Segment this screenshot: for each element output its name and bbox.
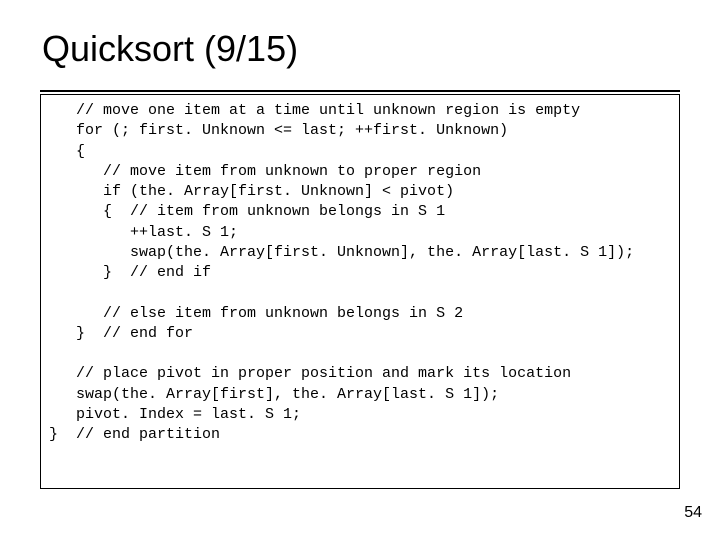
page-title: Quicksort (9/15) — [42, 28, 298, 70]
code-line: ++last. S 1; — [49, 224, 238, 241]
slide: Quicksort (9/15) // move one item at a t… — [0, 0, 720, 540]
code-line: if (the. Array[first. Unknown] < pivot) — [49, 183, 454, 200]
code-line: pivot. Index = last. S 1; — [49, 406, 301, 423]
code-line: { // item from unknown belongs in S 1 — [49, 203, 445, 220]
code-line: { — [49, 143, 85, 160]
code-block: // move one item at a time until unknown… — [40, 94, 680, 489]
code-line: } // end for — [49, 325, 193, 342]
code-line: // else item from unknown belongs in S 2 — [49, 305, 463, 322]
code-line: } // end if — [49, 264, 211, 281]
title-underline — [40, 90, 680, 92]
code-line: // place pivot in proper position and ma… — [49, 365, 571, 382]
page-number: 54 — [684, 504, 702, 522]
code-line: swap(the. Array[first], the. Array[last.… — [49, 386, 499, 403]
code-line: // move item from unknown to proper regi… — [49, 163, 481, 180]
code-line: for (; first. Unknown <= last; ++first. … — [49, 122, 508, 139]
code-line: } // end partition — [49, 426, 220, 443]
code-line: swap(the. Array[first. Unknown], the. Ar… — [49, 244, 634, 261]
code-line: // move one item at a time until unknown… — [49, 102, 580, 119]
